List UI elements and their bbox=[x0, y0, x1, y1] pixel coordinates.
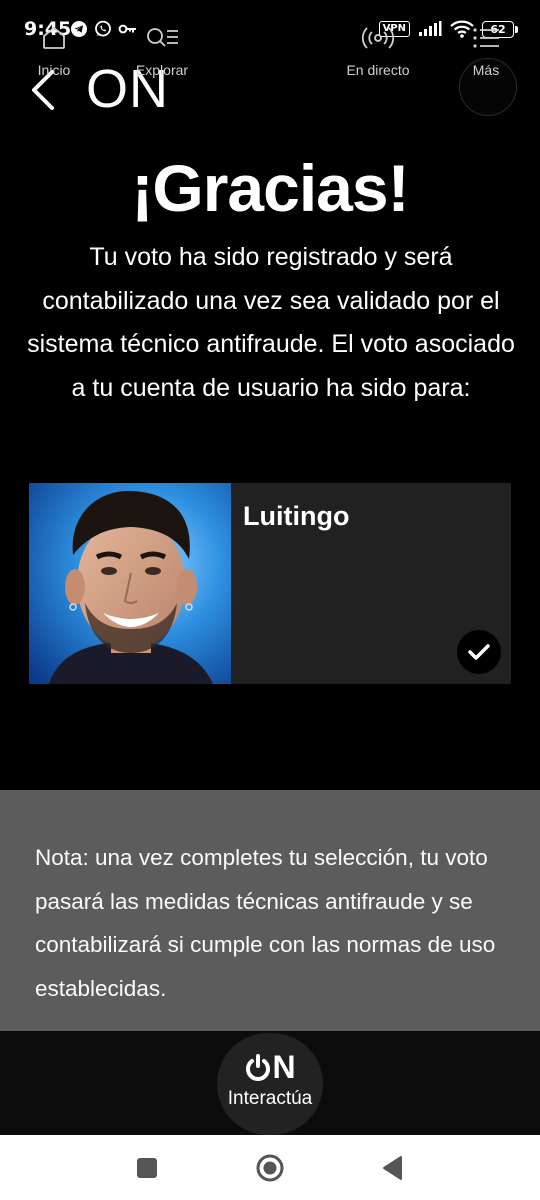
note-panel: Nota: una vez completes tu selección, tu… bbox=[0, 790, 540, 1031]
nav-item-interactua[interactable]: N Interactúa bbox=[210, 1031, 330, 1135]
menu-list-icon bbox=[473, 28, 499, 48]
nav-label-mas: Más bbox=[472, 62, 500, 78]
page-title: ¡Gracias! bbox=[131, 151, 409, 225]
selected-check-badge bbox=[457, 630, 501, 674]
checkmark-icon bbox=[468, 644, 490, 660]
nav-label-inicio: Inicio bbox=[37, 62, 71, 78]
nav-label-interactua: Interactúa bbox=[227, 1088, 313, 1109]
nav-item-mas[interactable]: Más bbox=[432, 0, 540, 104]
nav-label-explorar: Explorar bbox=[135, 62, 189, 78]
recents-button[interactable] bbox=[117, 1135, 177, 1200]
candidate-name: Luitingo bbox=[243, 501, 350, 531]
back-system-button[interactable] bbox=[363, 1135, 423, 1200]
circle-home-icon bbox=[256, 1154, 284, 1181]
vote-confirmation-message: Tu voto ha sido registrado y será contab… bbox=[27, 243, 515, 402]
triangle-back-icon bbox=[383, 1155, 402, 1180]
square-icon bbox=[137, 1157, 157, 1178]
broadcast-icon bbox=[361, 27, 395, 49]
system-navigation-bar bbox=[0, 1135, 540, 1200]
on-power-logo: N bbox=[245, 1049, 296, 1086]
home-system-button[interactable] bbox=[240, 1135, 300, 1200]
nav-item-inicio[interactable]: Inicio bbox=[0, 0, 108, 104]
home-icon bbox=[43, 27, 65, 49]
on-logo-n: N bbox=[272, 1049, 295, 1085]
nav-item-en-directo[interactable]: En directo bbox=[324, 0, 432, 104]
candidate-photo bbox=[29, 483, 231, 684]
nav-label-en-directo: En directo bbox=[346, 62, 410, 78]
selected-candidate-card: Luitingo bbox=[29, 483, 511, 684]
nav-item-explorar[interactable]: Explorar bbox=[108, 0, 216, 104]
note-text: Nota: una vez completes tu selección, tu… bbox=[35, 845, 496, 1001]
search-list-icon bbox=[147, 28, 178, 47]
power-icon bbox=[246, 1053, 271, 1081]
